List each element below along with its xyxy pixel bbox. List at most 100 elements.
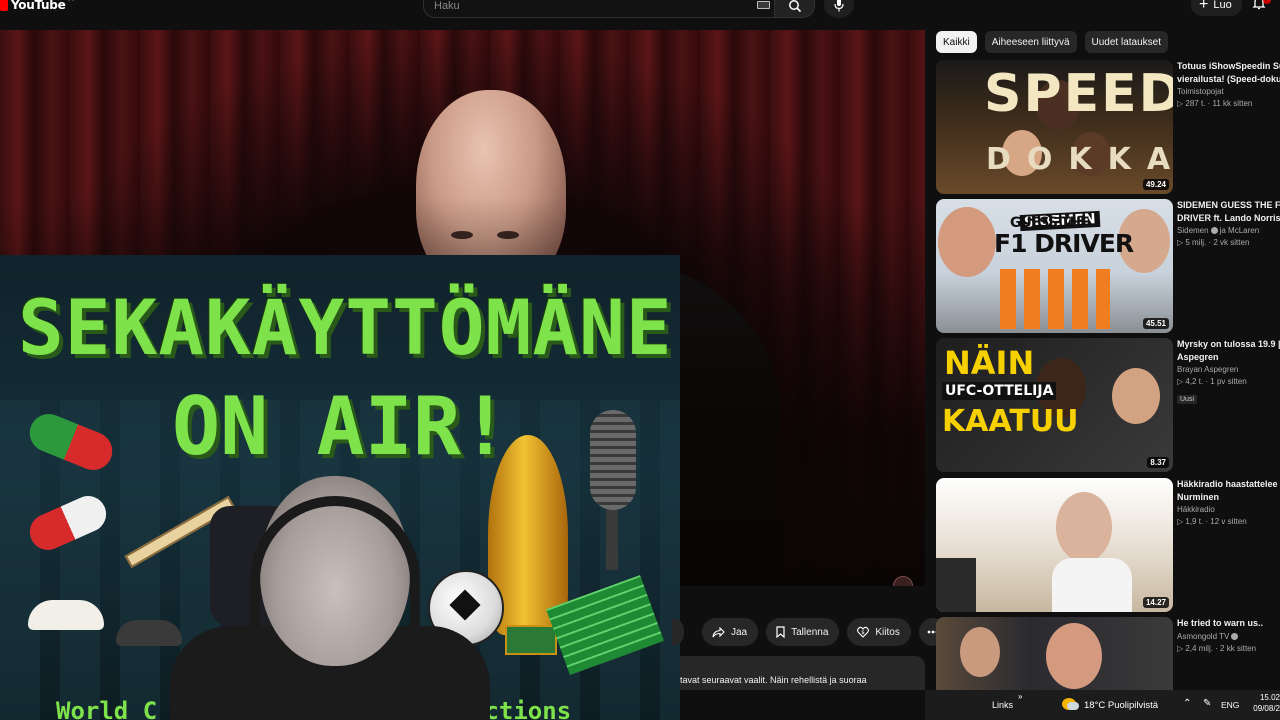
- video-stats-text: 1,9 t. · 12 v sitten: [1185, 517, 1247, 526]
- logo-region: FI: [68, 0, 74, 3]
- share-label: Jaa: [731, 626, 748, 638]
- recommendation-item[interactable]: 14.27 Häkkiradio haastattelee Nurminen H…: [936, 478, 1280, 612]
- microphone-stand-art: [606, 510, 618, 570]
- video-title[interactable]: SIDEMEN GUESS THE F1: [1177, 199, 1280, 212]
- weather-icon[interactable]: [1062, 698, 1079, 710]
- links-toolbar[interactable]: Links: [992, 700, 1013, 710]
- video-thumbnail[interactable]: 14.27: [936, 478, 1173, 612]
- video-stats-text: 4,2 t. · 1 pv sitten: [1185, 377, 1247, 386]
- create-label: Luo: [1213, 0, 1232, 11]
- thumbnail-text: NÄIN: [944, 344, 1035, 382]
- video-stats-text: 287 t. · 11 kk sitten: [1185, 99, 1253, 108]
- video-thumbnail[interactable]: NÄIN UFC-OTTELIJA KAATUU 8.37: [936, 338, 1173, 472]
- recommendation-item[interactable]: SPEED DOKKARI 49.24 Totuus iShowSpeedin …: [936, 60, 1280, 194]
- clock[interactable]: 15.02 09/08/2: [1251, 692, 1280, 714]
- search-button[interactable]: [775, 0, 815, 18]
- thumbnail-face: [938, 207, 996, 277]
- search-icon: [788, 0, 801, 13]
- video-description[interactable]: tavat seuraavat vaalit. Näin rehellistä …: [680, 656, 925, 690]
- filter-chips: Kaikki Aiheeseen liittyvä Uudet lataukse…: [936, 31, 1169, 53]
- video-thumbnail[interactable]: [936, 617, 1173, 690]
- channel-name[interactable]: Brayan Aspegren: [1177, 364, 1280, 376]
- recommendation-item[interactable]: SIDEMEN GUESS THE F1 DRIVER 45.51 SIDEME…: [936, 199, 1280, 333]
- clock-date: 09/08/2: [1253, 704, 1280, 713]
- video-title[interactable]: Totuus iShowSpeedin Su: [1177, 60, 1280, 73]
- channel-name[interactable]: Häkkiradio: [1177, 504, 1280, 516]
- verified-check-icon: [1210, 227, 1218, 234]
- tray-expand-icon[interactable]: ⌃: [1183, 698, 1191, 709]
- thumbnail-text: UFC-OTTELIJA: [942, 382, 1057, 400]
- share-button[interactable]: Jaa: [702, 618, 759, 646]
- video-stats: ▷ 2,4 milj. · 2 kk sitten: [1177, 643, 1257, 653]
- search-box[interactable]: [423, 0, 775, 18]
- video-title-line2[interactable]: Aspegren: [1177, 351, 1280, 364]
- thumbnail-face: [1112, 368, 1160, 424]
- pen-icon[interactable]: ✎: [1203, 698, 1211, 709]
- video-thumbnail[interactable]: SIDEMEN GUESS THE F1 DRIVER 45.51: [936, 199, 1173, 333]
- video-stats-text: 2,4 milj. · 2 kk sitten: [1185, 643, 1257, 653]
- weather-text[interactable]: 18°C Puolipilvistä: [1084, 700, 1158, 711]
- recommendation-info: He tried to warn us.. Asmongold TV ▷ 2,4…: [1177, 617, 1280, 655]
- clock-time: 15.02: [1259, 693, 1280, 702]
- duration-badge: 45.51: [1142, 318, 1169, 329]
- video-title[interactable]: Myrsky on tulossa 19.9 |: [1177, 338, 1280, 351]
- video-actions: Jaa Tallenna $ Kiitos: [672, 618, 947, 646]
- toolbar-chevron[interactable]: »: [1018, 692, 1022, 701]
- thumbnail-text: SPEED: [984, 64, 1173, 124]
- new-badge: Uusi: [1177, 395, 1198, 404]
- microphone-icon: [834, 0, 844, 12]
- top-bar: YouTube FI + Luo: [0, 0, 1280, 30]
- thumbnail-face: [1056, 492, 1112, 562]
- video-thumbnail[interactable]: SPEED DOKKARI 49.24: [936, 60, 1173, 194]
- dislike-button[interactable]: [672, 618, 684, 646]
- video-title-line2[interactable]: DRIVER ft. Lando Norris: [1177, 212, 1280, 225]
- overlay-bottom-text-left: World C: [56, 697, 158, 720]
- language-indicator[interactable]: ENG: [1221, 700, 1239, 710]
- thanks-heart-icon: $: [857, 626, 870, 638]
- channel-name[interactable]: Toimistopojat: [1177, 86, 1280, 98]
- chip-all[interactable]: Kaikki: [936, 31, 977, 53]
- recommendation-info: Myrsky on tulossa 19.9 | Aspegren Brayan…: [1177, 338, 1280, 406]
- search-input[interactable]: [434, 0, 734, 13]
- channel-name[interactable]: Sidemen ja McLaren: [1177, 225, 1280, 237]
- page: YouTube FI + Luo SEKAKÄYTTÖMÄNE ON AIR!: [0, 0, 1280, 720]
- save-button[interactable]: Tallenna: [766, 618, 840, 646]
- duration-badge: 8.37: [1147, 457, 1169, 468]
- youtube-logo[interactable]: YouTube FI: [0, 0, 74, 12]
- channel-name[interactable]: Asmongold TV: [1177, 631, 1280, 643]
- duration-badge: 14.27: [1142, 597, 1169, 608]
- thumbnail-face: [960, 627, 1000, 677]
- keyboard-icon[interactable]: [757, 1, 770, 9]
- chip-recent-uploads[interactable]: Uudet lataukset: [1084, 31, 1169, 53]
- overlay-title-line2: ON AIR!: [172, 380, 510, 473]
- video-stats: ▷ 4,2 t. · 1 pv sitten: [1177, 377, 1247, 386]
- video-title-line2[interactable]: vierailusta! (Speed-doku: [1177, 73, 1280, 86]
- recommendation-info: Häkkiradio haastattelee Nurminen Häkkira…: [1177, 478, 1280, 528]
- channel-collab: ja McLaren: [1219, 226, 1260, 235]
- duration-badge: 49.24: [1142, 179, 1169, 190]
- share-icon: [712, 626, 725, 637]
- video-title-line2[interactable]: Nurminen: [1177, 491, 1280, 504]
- recommendation-item[interactable]: He tried to warn us.. Asmongold TV ▷ 2,4…: [936, 617, 1280, 690]
- channel-name-text: Sidemen: [1177, 226, 1209, 235]
- drivers-lineup: [1000, 269, 1110, 329]
- recommendation-item[interactable]: NÄIN UFC-OTTELIJA KAATUU 8.37 Myrsky on …: [936, 338, 1280, 472]
- voice-search-button[interactable]: [824, 0, 854, 18]
- video-title[interactable]: Häkkiradio haastattelee: [1177, 478, 1280, 491]
- thanks-label: Kiitos: [875, 626, 900, 638]
- chip-related[interactable]: Aiheeseen liittyvä: [984, 31, 1077, 53]
- thanks-button[interactable]: $ Kiitos: [847, 618, 911, 646]
- recommendation-info: SIDEMEN GUESS THE F1 DRIVER ft. Lando No…: [1177, 199, 1280, 249]
- youtube-play-icon: [0, 0, 8, 11]
- thumbnail-person-left: [936, 558, 976, 612]
- save-label: Tallenna: [791, 626, 829, 638]
- video-stats: ▷ 5 milj. · 2 vk sitten: [1177, 238, 1250, 247]
- video-stats: ▷ 287 t. · 11 kk sitten: [1177, 99, 1253, 108]
- video-title[interactable]: He tried to warn us..: [1177, 617, 1280, 630]
- create-button[interactable]: + Luo: [1191, 0, 1242, 16]
- thumbnail-text: F1 DRIVER: [994, 229, 1134, 258]
- mushroom-icon: [28, 600, 104, 630]
- notification-badge: [1263, 0, 1271, 4]
- svg-text:$: $: [862, 630, 866, 636]
- webcam-streamer: [160, 476, 490, 720]
